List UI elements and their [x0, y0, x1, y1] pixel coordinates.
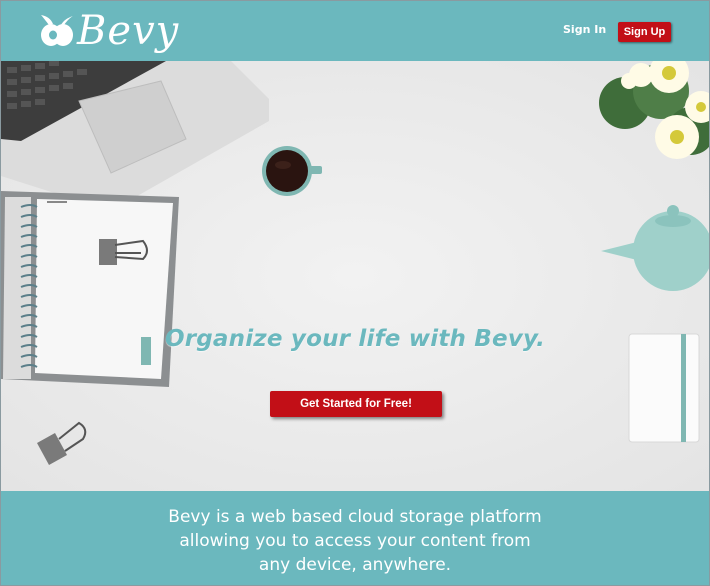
notebook-illustration: [1, 191, 179, 387]
sign-up-button[interactable]: Sign Up: [618, 22, 671, 42]
description-band: Bevy is a web based cloud storage platfo…: [1, 491, 709, 585]
description-line: allowing you to access your content from: [179, 531, 531, 551]
desk-background-illustration: [1, 61, 709, 491]
hero-headline: Organize your life with Bevy.: [164, 326, 546, 352]
hero-section: Organize your life with Bevy. Get Starte…: [1, 61, 709, 491]
platform-description: Bevy is a web based cloud storage platfo…: [1, 505, 709, 577]
top-nav-bar: Bevy Sign In Sign Up: [1, 1, 709, 61]
sign-in-link[interactable]: Sign In: [563, 23, 606, 36]
logo[interactable]: Bevy: [39, 7, 179, 55]
description-line: Bevy is a web based cloud storage platfo…: [168, 507, 542, 527]
get-started-button[interactable]: Get Started for Free!: [270, 391, 442, 417]
page: Bevy Sign In Sign Up Organize your life …: [0, 0, 710, 586]
description-line: any device, anywhere.: [258, 555, 452, 575]
logo-text: Bevy: [77, 8, 180, 54]
bevy-logo-icon: [41, 15, 73, 46]
